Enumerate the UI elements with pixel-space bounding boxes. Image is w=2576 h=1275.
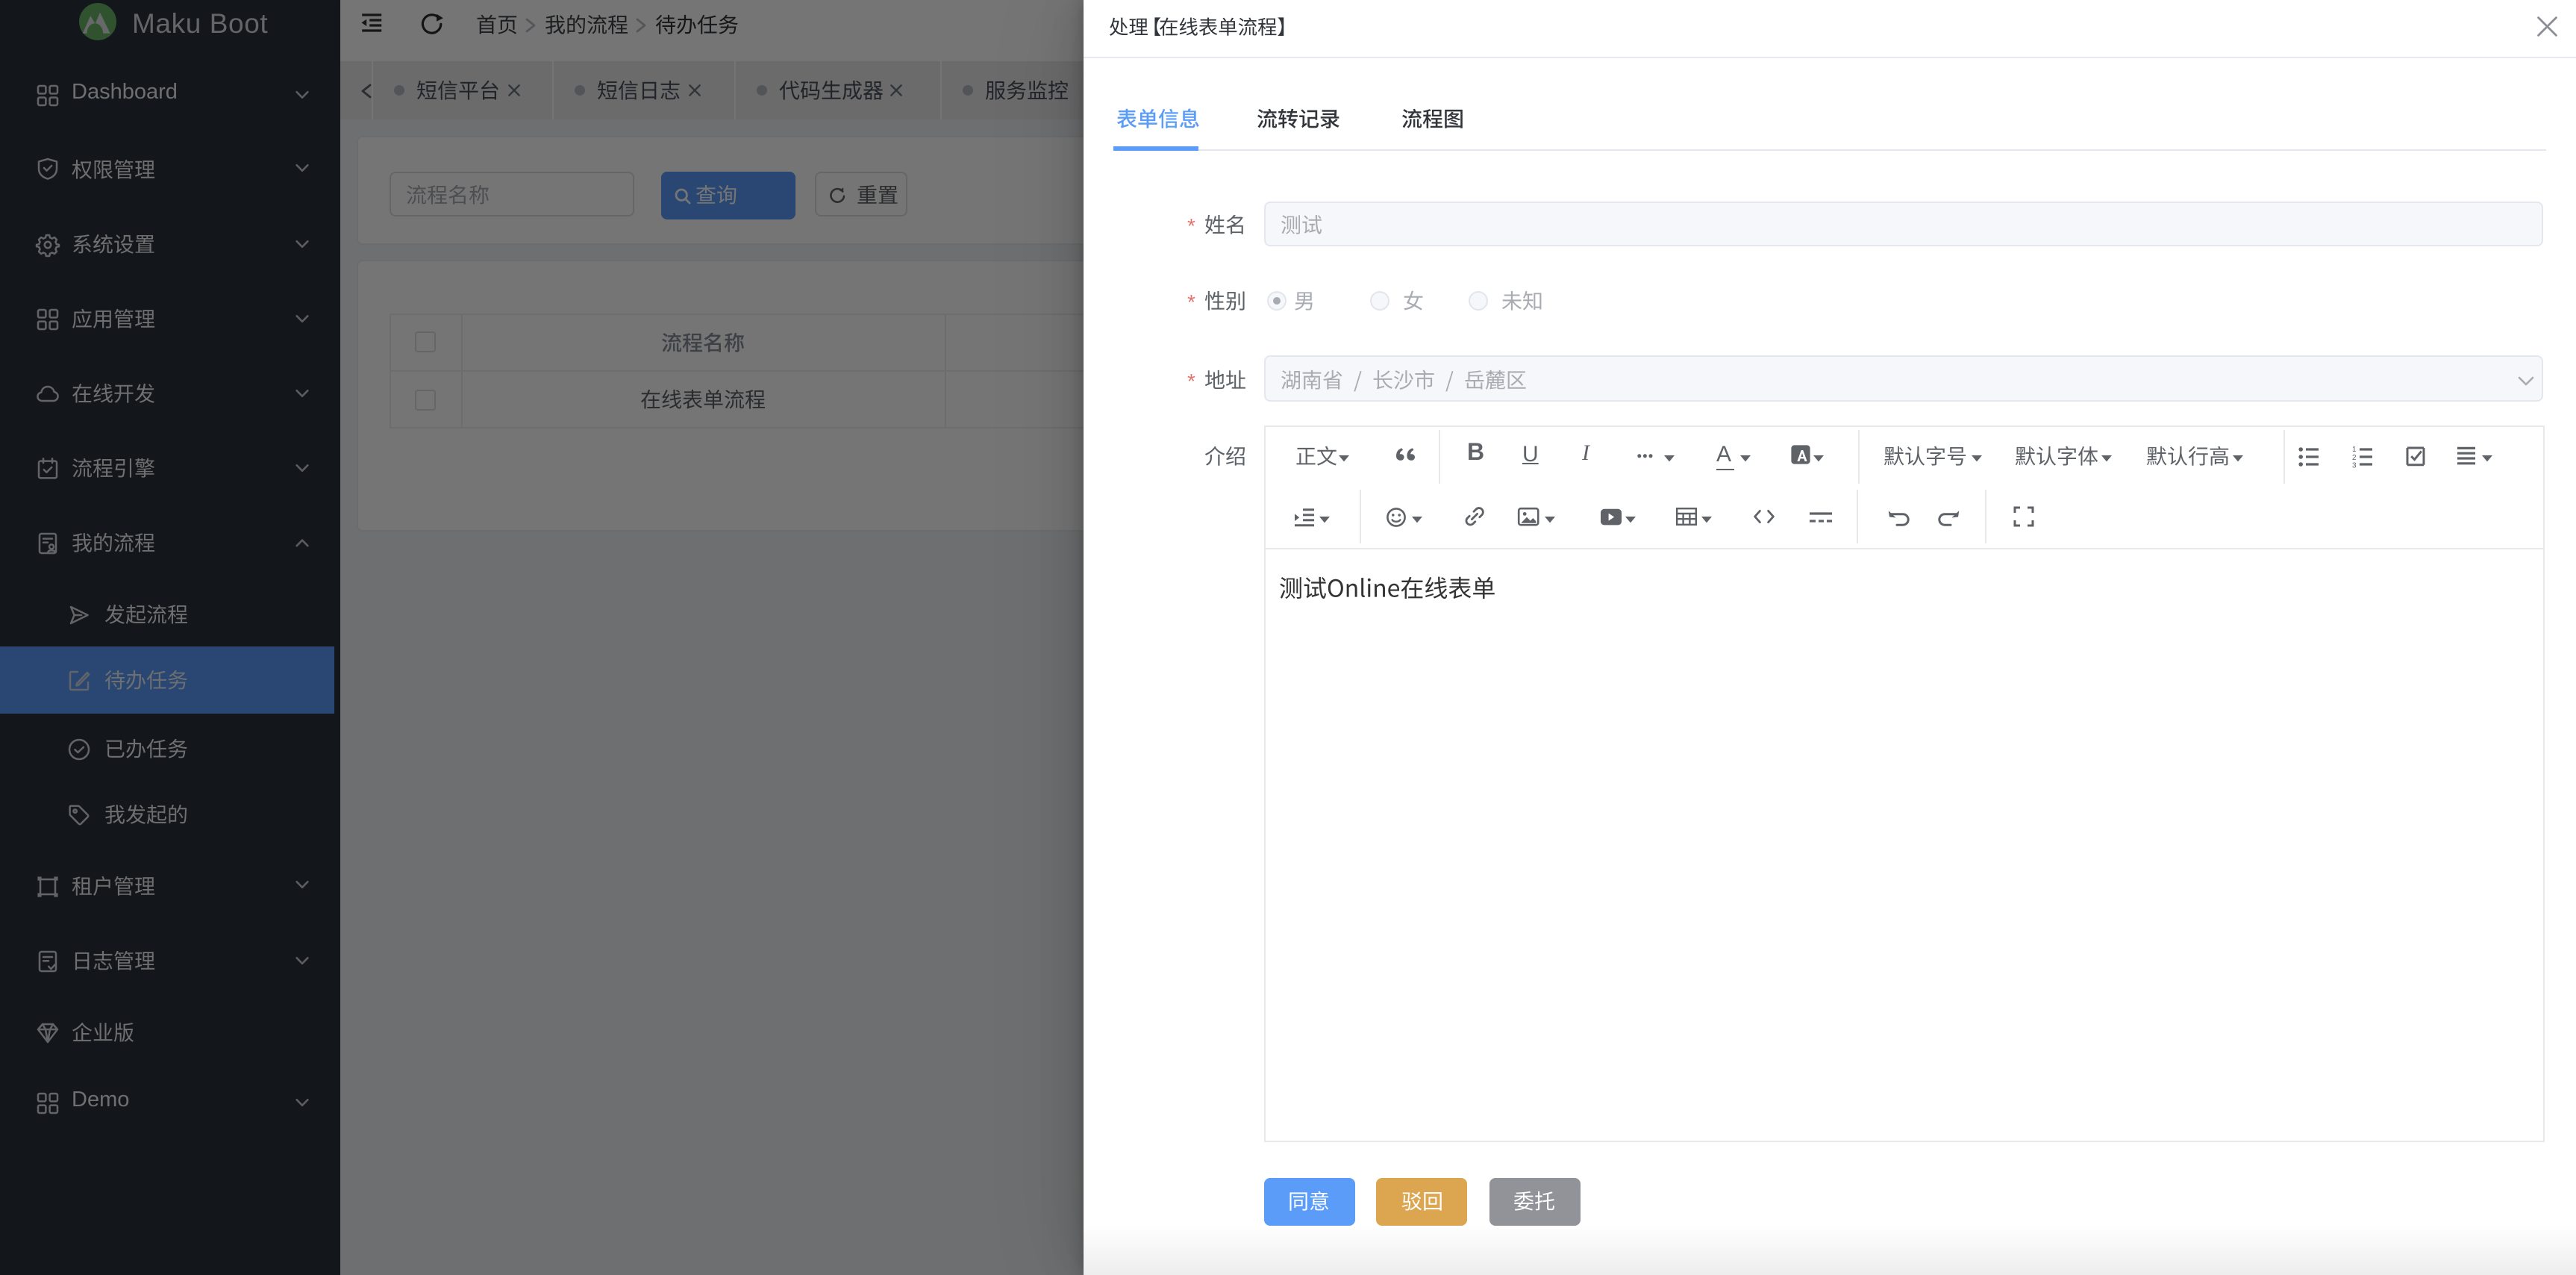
svg-text:2: 2 — [2352, 453, 2357, 461]
svg-text:3: 3 — [2352, 461, 2357, 470]
svg-text:1: 1 — [2352, 446, 2357, 454]
